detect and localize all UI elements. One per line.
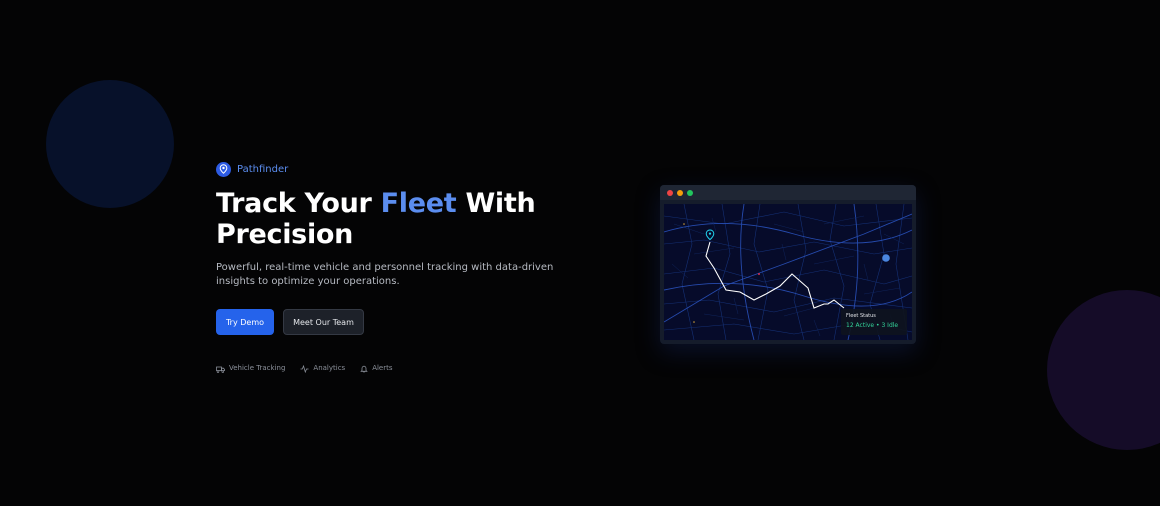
feature-item-analytics: Analytics [300, 358, 345, 377]
hero-section: Pathfinder Track Your Fleet With Precisi… [216, 161, 616, 377]
hero-subtitle: Powerful, real-time vehicle and personne… [216, 262, 554, 287]
app-preview-window: Fleet Status 12 Active • 3 Idle [660, 185, 916, 344]
route-path [705, 241, 845, 309]
window-maximize-dot [687, 189, 693, 196]
decorative-circle-left [46, 80, 174, 208]
window-titlebar [660, 185, 916, 200]
vehicle-marker[interactable] [882, 254, 890, 262]
title-accent: Fleet [380, 188, 457, 219]
brand-name: Pathfinder [237, 163, 289, 175]
map-pin-icon[interactable] [705, 229, 715, 241]
title-line-2: Precision [216, 219, 354, 250]
feature-list: Vehicle Tracking Analytics Alerts [216, 358, 616, 377]
feature-item-vehicle-tracking: Vehicle Tracking [216, 358, 285, 377]
fleet-status-value: 12 Active • 3 Idle [846, 322, 899, 329]
feature-label: Vehicle Tracking [229, 363, 286, 372]
truck-icon [216, 358, 225, 377]
feature-label: Alerts [372, 363, 393, 372]
meet-team-button[interactable]: Meet Our Team [283, 309, 364, 335]
window-close-dot [667, 189, 673, 196]
map-view[interactable]: Fleet Status 12 Active • 3 Idle [664, 204, 912, 340]
bell-icon [360, 358, 368, 377]
title-part-1: Track Your [216, 188, 381, 219]
activity-icon [300, 358, 309, 377]
fleet-status-title: Fleet Status [846, 313, 876, 319]
landing-page: Pathfinder Track Your Fleet With Precisi… [0, 0, 1160, 506]
page-title: Track Your Fleet With Precision [216, 188, 616, 250]
map-pin-icon [216, 161, 231, 177]
brand[interactable]: Pathfinder [216, 161, 616, 177]
try-demo-button[interactable]: Try Demo [216, 309, 274, 335]
feature-item-alerts: Alerts [360, 358, 393, 377]
hero-actions: Try Demo Meet Our Team [216, 309, 616, 335]
title-part-2: With [456, 188, 536, 219]
window-minimize-dot [677, 189, 683, 196]
feature-label: Analytics [313, 363, 346, 372]
decorative-circle-right [1047, 290, 1160, 450]
fleet-status-card: Fleet Status 12 Active • 3 Idle [841, 309, 907, 335]
